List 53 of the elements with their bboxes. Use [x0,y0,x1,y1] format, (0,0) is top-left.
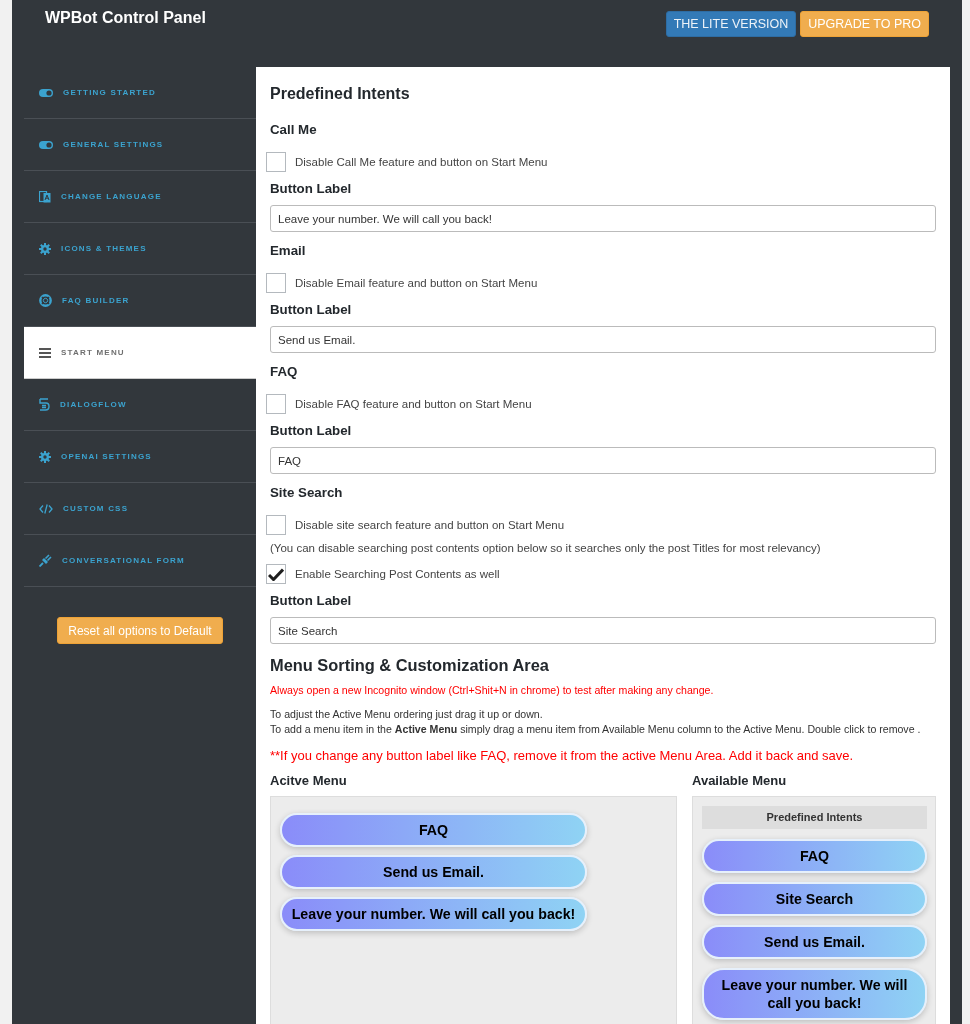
column-title: Available Menu [692,772,788,790]
field-label: Button Label [270,592,353,610]
instruction-text: To add a menu item in the Active Menu simply drag a menu item from Available Menu column to the Active Menu. Double click to remove . [270,722,922,737]
plug-icon [39,554,52,567]
column-title: Acitve Menu [270,772,348,790]
section-title: Menu Sorting & Customization Area [270,655,550,676]
stack-icon [39,398,50,411]
menu-item[interactable]: Send us Email. [280,855,587,889]
intent-heading: Email [270,242,307,260]
version-button[interactable]: THE LITE VERSION [665,11,797,37]
gear-icon [39,450,51,463]
menu-item[interactable]: Leave your number. We will call you back! [702,968,927,1020]
checkbox-label: Disable FAQ feature and button on Start Menu [295,398,532,410]
checkbox[interactable] [266,273,286,293]
checkbox[interactable] [266,152,286,172]
menu-item[interactable]: Site Search [702,882,927,916]
menu-icon [39,347,51,358]
intent-heading: FAQ [270,363,299,381]
warning-text: Always open a new Incognito window (Ctrl+Shit+N in chrome) to test after making any change. [270,683,715,697]
language-icon [39,190,51,203]
button-label-field[interactable]: Leave your number. We will call you back! [270,205,936,232]
field-label: Button Label [270,422,353,440]
intent-heading: Site Search [270,484,344,502]
toggle-icon [39,140,53,149]
check-icon [268,567,284,581]
menu-item[interactable]: FAQ [702,839,927,873]
button-label-field[interactable]: FAQ [270,447,936,474]
intent-heading: Call Me [270,121,318,139]
checkbox-label: Disable Call Me feature and button on Start Menu [295,156,548,168]
field-label: Button Label [270,180,353,198]
instruction-text: To adjust the Active Menu ordering just drag it up or down. [270,707,544,722]
app-title: WPBot Control Panel [45,9,206,27]
toggle-icon [39,88,53,97]
checkbox-label: Enable Searching Post Contents as well [295,568,500,580]
checkbox-label: Disable site search feature and button on Start Menu [295,519,565,531]
menu-item[interactable]: Leave your number. We will call you back! [280,897,587,931]
button-label-field[interactable]: Send us Email. [270,326,936,353]
menu-item[interactable]: FAQ [280,813,587,847]
section-title: Predefined Intents [270,84,411,104]
button-label-field[interactable]: Site Search [270,617,936,644]
gear-icon [39,242,51,255]
field-label: Button Label [270,301,353,319]
note-text: (You can disable searching post contents option below so it searches only the post Titles for most relevancy) [270,541,822,556]
alert-text: **If you change any button label like FAQ, remove it from the active Menu Area. Add it back and save. [270,747,855,765]
checkbox[interactable] [266,394,286,414]
checkbox[interactable] [266,564,286,584]
lifebuoy-icon [39,294,52,307]
menu-item[interactable]: Send us Email. [702,925,927,959]
checkbox-label: Disable Email feature and button on Start Menu [295,277,538,289]
sidebar-item[interactable]: START MENU [24,327,256,379]
group-header: Predefined Intents [702,806,927,829]
checkbox[interactable] [266,515,286,535]
code-icon [39,503,53,514]
